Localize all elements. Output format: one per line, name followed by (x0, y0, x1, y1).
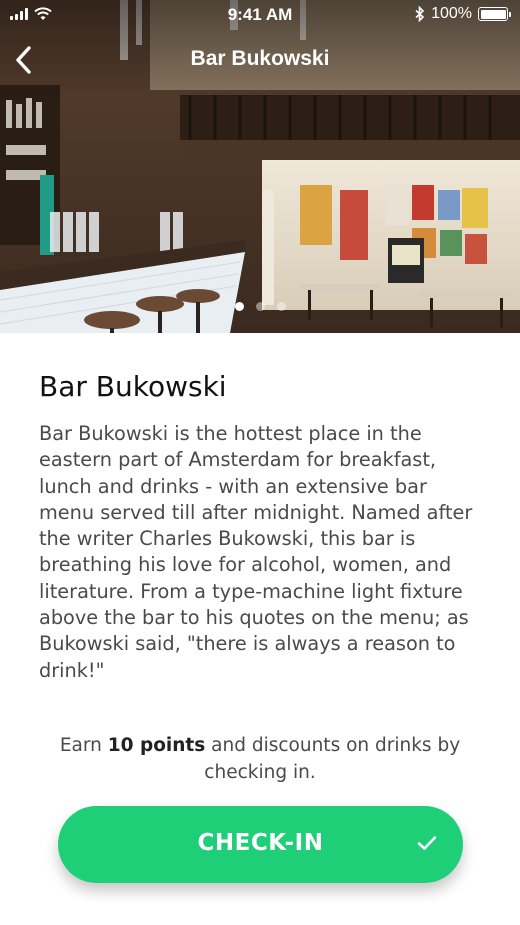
page-dot-3[interactable] (276, 302, 286, 311)
page-dot-2[interactable] (255, 302, 265, 311)
reward-text: Earn 10 points and discounts on drinks b… (40, 732, 480, 786)
checkin-label: CHECK-IN (197, 830, 324, 856)
battery-icon (478, 7, 511, 21)
venue-title: Bar Bukowski (39, 370, 227, 403)
checkmark-icon (417, 836, 437, 850)
nav-bar: Bar Bukowski (0, 36, 520, 84)
venue-description: Bar Bukowski is the hottest place in the… (39, 422, 473, 682)
gallery-page-indicator[interactable] (0, 302, 520, 311)
reward-points: 10 points (107, 735, 206, 756)
status-right: 100% (415, 5, 511, 23)
reward-prefix: Earn (59, 735, 108, 756)
hero-gallery[interactable]: 9:41 AM 100% Bar Bukowski (0, 0, 520, 333)
status-bar: 9:41 AM 100% (0, 0, 520, 30)
nav-title: Bar Bukowski (190, 47, 330, 70)
checkin-button[interactable]: CHECK-IN (58, 806, 463, 883)
reward-suffix: and discounts on drinks by checking in. (204, 735, 461, 783)
battery-level (480, 9, 506, 19)
battery-percent: 100% (431, 5, 472, 22)
bluetooth-icon (415, 6, 425, 22)
page-dot-1[interactable] (234, 302, 244, 311)
